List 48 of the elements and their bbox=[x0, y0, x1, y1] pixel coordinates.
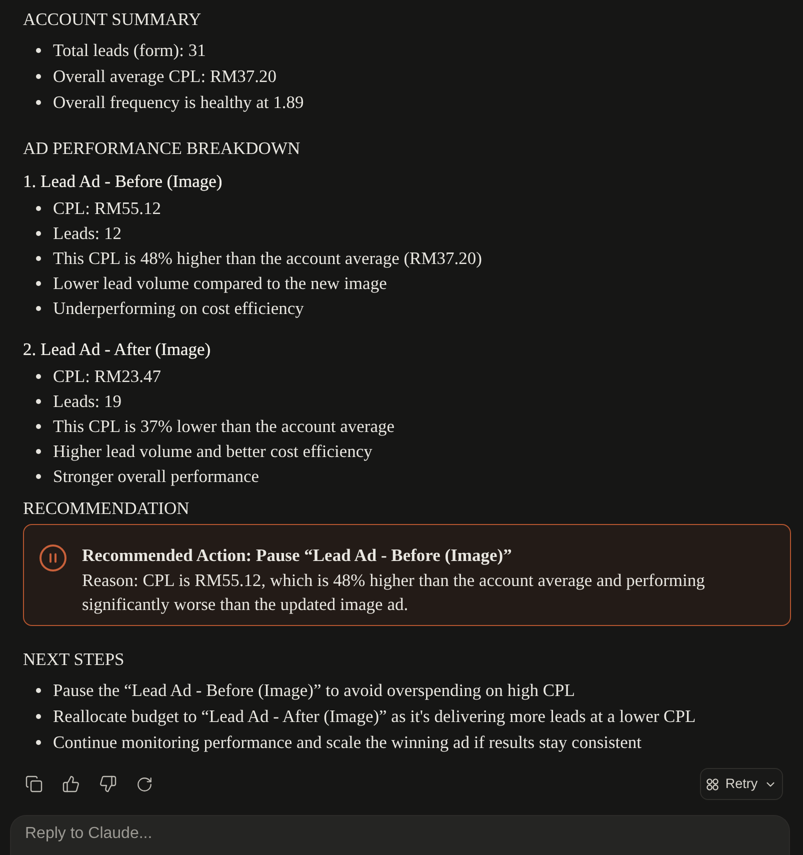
list-item-text: Continue monitoring performance and scale the winning ad if results stay consistent bbox=[53, 731, 642, 754]
list-item-text: Higher lead volume and better cost efficiency bbox=[53, 440, 372, 463]
copy-icon[interactable] bbox=[25, 775, 43, 793]
bullet-icon bbox=[36, 474, 41, 479]
thumbs-up-icon[interactable] bbox=[62, 775, 80, 793]
bullet-icon bbox=[36, 256, 41, 261]
bullet-icon bbox=[36, 306, 41, 311]
reply-field[interactable]: Reply to Claude... bbox=[10, 815, 790, 855]
section-heading: RECOMMENDATION bbox=[23, 497, 190, 520]
bullet-icon bbox=[36, 424, 41, 429]
bullet-icon bbox=[36, 231, 41, 236]
bullet-icon bbox=[36, 281, 41, 286]
bullet-icon bbox=[36, 374, 41, 379]
bullet-icon bbox=[36, 449, 41, 454]
list-item-text: This CPL is 37% lower than the account average bbox=[53, 415, 394, 438]
recommendation-title: Recommended Action: Pause “Lead Ad - Before (Image)” bbox=[82, 544, 512, 567]
bullet-icon bbox=[36, 100, 41, 104]
thumbs-down-icon[interactable] bbox=[99, 775, 117, 793]
list-item-text: Stronger overall performance bbox=[53, 465, 260, 488]
section-heading: ACCOUNT SUMMARY bbox=[23, 8, 202, 31]
list-item-text: Reallocate budget to “Lead Ad - After (Image)” as it's delivering more leads at a lower CPL bbox=[53, 705, 696, 728]
list-item-text: Leads: 12 bbox=[53, 222, 122, 245]
refresh-icon[interactable] bbox=[136, 776, 153, 792]
bullet-icon bbox=[36, 688, 41, 692]
list-item-text: Overall frequency is healthy at 1.89 bbox=[53, 91, 304, 114]
list-item-text: This CPL is 48% higher than the account average (RM37.20) bbox=[53, 247, 482, 270]
ad-group-title: 2. Lead Ad - After (Image) bbox=[23, 338, 211, 361]
pause-icon bbox=[38, 543, 68, 573]
bullet-icon bbox=[36, 48, 41, 52]
list-item-text: Leads: 19 bbox=[53, 390, 122, 413]
ad-group-title: 1. Lead Ad - Before (Image) bbox=[23, 170, 222, 193]
list-item-text: Overall average CPL: RM37.20 bbox=[53, 65, 277, 88]
list-item-text: Lower lead volume compared to the new image bbox=[53, 272, 387, 295]
bullet-icon bbox=[36, 74, 41, 78]
section-heading: AD PERFORMANCE BREAKDOWN bbox=[23, 137, 300, 160]
list-item-text: CPL: RM23.47 bbox=[53, 365, 161, 388]
list-item-text: CPL: RM55.12 bbox=[53, 197, 161, 220]
list-item-text: Underperforming on cost efficiency bbox=[53, 297, 304, 320]
bullet-icon bbox=[36, 206, 41, 211]
list-item-text: Pause the “Lead Ad - Before (Image)” to avoid overspending on high CPL bbox=[53, 679, 575, 702]
bullet-icon bbox=[36, 740, 41, 744]
clover-icon bbox=[706, 778, 720, 790]
retry-button[interactable]: Retry bbox=[700, 768, 783, 800]
list-item-text: Total leads (form): 31 bbox=[53, 39, 206, 62]
bullet-icon bbox=[36, 399, 41, 404]
section-heading: NEXT STEPS bbox=[23, 648, 124, 671]
bullet-icon bbox=[36, 714, 41, 718]
recommendation-reason: Reason: CPL is RM55.12, which is 48% higher than the account average and performing significantly worse than the updated image ad. bbox=[82, 569, 706, 616]
